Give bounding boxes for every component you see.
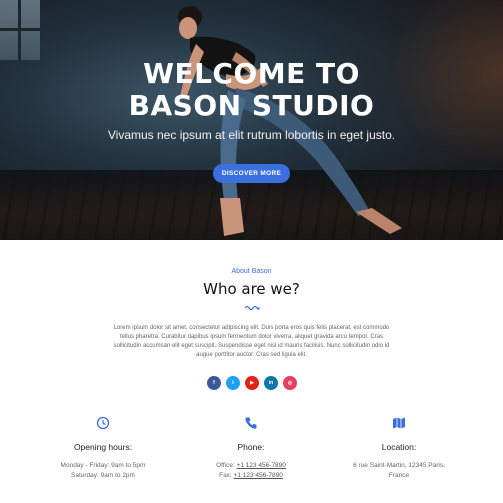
opening-hours-title: Opening hours: — [73, 442, 133, 452]
phone-title: Phone: — [237, 442, 265, 452]
clock-icon — [96, 416, 110, 430]
opening-hours-weekdays: Monday - Friday: 9am to 5pm — [60, 462, 146, 469]
facebook-icon[interactable]: f — [207, 376, 221, 390]
social-links: f t ▶ in ◎ — [207, 376, 297, 390]
fax-label: Fax: — [219, 472, 234, 479]
phone-block: Phone: Office: +1 123 456-7890 Fax: +1 1… — [166, 416, 336, 481]
hero-title: WELCOME TO BASON STUDIO — [0, 58, 503, 122]
background-window — [0, 0, 40, 60]
twitter-icon[interactable]: t — [226, 376, 240, 390]
about-text: Lorem ipsum dolor sit amet, consectetur … — [113, 325, 390, 358]
hero-title-line1: WELCOME TO — [143, 57, 360, 90]
fax-line: Fax: +1 123 456-7890 — [166, 471, 336, 481]
location-block: Location: 6 rue Saint-Martin, 12345 Pari… — [314, 416, 484, 481]
youtube-icon[interactable]: ▶ — [245, 376, 259, 390]
about-title: Who are we? — [203, 280, 300, 298]
location-title: Location: — [381, 442, 417, 452]
hero-section: WELCOME TO BASON STUDIO Vivamus nec ipsu… — [0, 0, 503, 240]
location-country: France — [388, 472, 410, 479]
hero-title-line2: BASON STUDIO — [128, 89, 375, 122]
phone-icon — [245, 417, 257, 429]
linkedin-icon[interactable]: in — [264, 376, 278, 390]
opening-hours-saturday: Saturday: 9am to 2pm — [71, 472, 135, 479]
opening-hours-block: Opening hours: Monday - Friday: 9am to 5… — [18, 416, 188, 481]
squiggle-divider-icon — [244, 305, 260, 310]
office-phone-label: Office: — [216, 462, 237, 469]
map-icon — [393, 417, 405, 429]
office-phone-link[interactable]: +1 123 456-7890 — [237, 462, 286, 469]
discover-more-button[interactable]: DISCOVER MORE — [213, 164, 290, 183]
instagram-icon[interactable]: ◎ — [283, 376, 297, 390]
fax-link[interactable]: +1 123 456-7890 — [234, 472, 283, 479]
office-phone-line: Office: +1 123 456-7890 — [166, 461, 336, 471]
location-address: 6 rue Saint-Martin, 12345 Paris, — [353, 462, 445, 469]
hero-subtitle: Vivamus nec ipsum at elit rutrum loborti… — [107, 128, 396, 142]
about-eyebrow: About Bason — [231, 268, 272, 275]
